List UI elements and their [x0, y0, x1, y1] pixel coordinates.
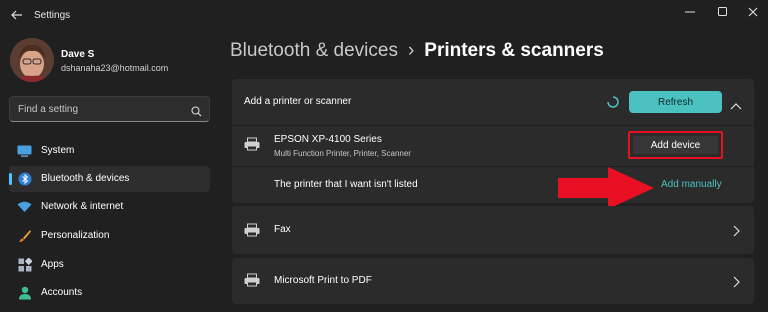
wifi-icon	[17, 200, 32, 214]
maximize-icon[interactable]	[711, 4, 735, 20]
sidebar-item-network[interactable]: Network & internet	[9, 194, 210, 220]
person-icon	[17, 286, 32, 300]
search-box[interactable]	[9, 96, 210, 122]
bluetooth-icon	[17, 172, 32, 186]
avatar[interactable]	[10, 38, 54, 82]
sidebar-item-label: Personalization	[41, 230, 110, 241]
sidebar-item-personalization[interactable]: Personalization	[9, 223, 210, 249]
device-name: EPSON XP-4100 Series	[274, 134, 382, 145]
add-device-highlight: Add device	[628, 131, 723, 159]
search-input[interactable]	[18, 102, 183, 117]
active-indicator	[9, 173, 12, 185]
back-arrow-icon[interactable]	[8, 6, 26, 24]
apps-icon	[17, 258, 32, 272]
fax-icon	[244, 223, 260, 237]
sidebar-item-label: Apps	[41, 259, 64, 270]
breadcrumb: Bluetooth & devices › Printers & scanners	[230, 40, 604, 62]
close-icon[interactable]	[741, 4, 765, 20]
sidebar-item-accounts[interactable]: Accounts	[9, 280, 210, 306]
add-manually-link[interactable]: Add manually	[661, 179, 722, 190]
page-title: Printers & scanners	[424, 40, 604, 61]
printer-row-fax[interactable]	[232, 206, 754, 254]
breadcrumb-separator: ›	[407, 40, 415, 61]
loading-spinner-icon	[607, 95, 619, 108]
chevron-up-icon[interactable]	[730, 97, 742, 110]
add-device-button[interactable]: Add device	[633, 136, 718, 154]
divider	[232, 166, 754, 167]
minimize-icon[interactable]	[678, 4, 702, 20]
chevron-right-icon[interactable]	[733, 224, 741, 237]
device-description: Multi Function Printer, Printer, Scanner	[274, 149, 411, 158]
system-icon	[17, 144, 32, 158]
printer-name: Microsoft Print to PDF	[274, 275, 372, 286]
chevron-right-icon[interactable]	[733, 275, 741, 288]
sidebar-item-label: Accounts	[41, 287, 83, 298]
user-name: Dave S	[61, 49, 95, 60]
printer-icon	[244, 137, 260, 151]
divider	[232, 125, 754, 126]
breadcrumb-parent[interactable]: Bluetooth & devices	[230, 40, 398, 61]
refresh-button[interactable]: Refresh	[629, 91, 722, 113]
app-title: Settings	[34, 10, 71, 21]
sidebar-item-bluetooth[interactable]: Bluetooth & devices	[9, 166, 210, 192]
user-email: dshanaha23@hotmail.com	[61, 63, 169, 73]
printer-icon	[244, 273, 260, 287]
printer-name: Fax	[274, 224, 291, 235]
not-listed-label: The printer that I want isn't listed	[274, 179, 418, 190]
sidebar-item-label: Network & internet	[41, 201, 124, 212]
sidebar-item-apps[interactable]: Apps	[9, 252, 210, 278]
red-arrow-icon	[556, 166, 656, 210]
search-icon	[191, 104, 202, 117]
add-printer-label: Add a printer or scanner	[244, 96, 352, 107]
title-bar: Settings	[0, 0, 768, 32]
sidebar-item-system[interactable]: System	[9, 138, 210, 164]
sidebar-item-label: Bluetooth & devices	[41, 173, 130, 184]
brush-icon	[17, 229, 32, 243]
sidebar-item-label: System	[41, 145, 75, 156]
